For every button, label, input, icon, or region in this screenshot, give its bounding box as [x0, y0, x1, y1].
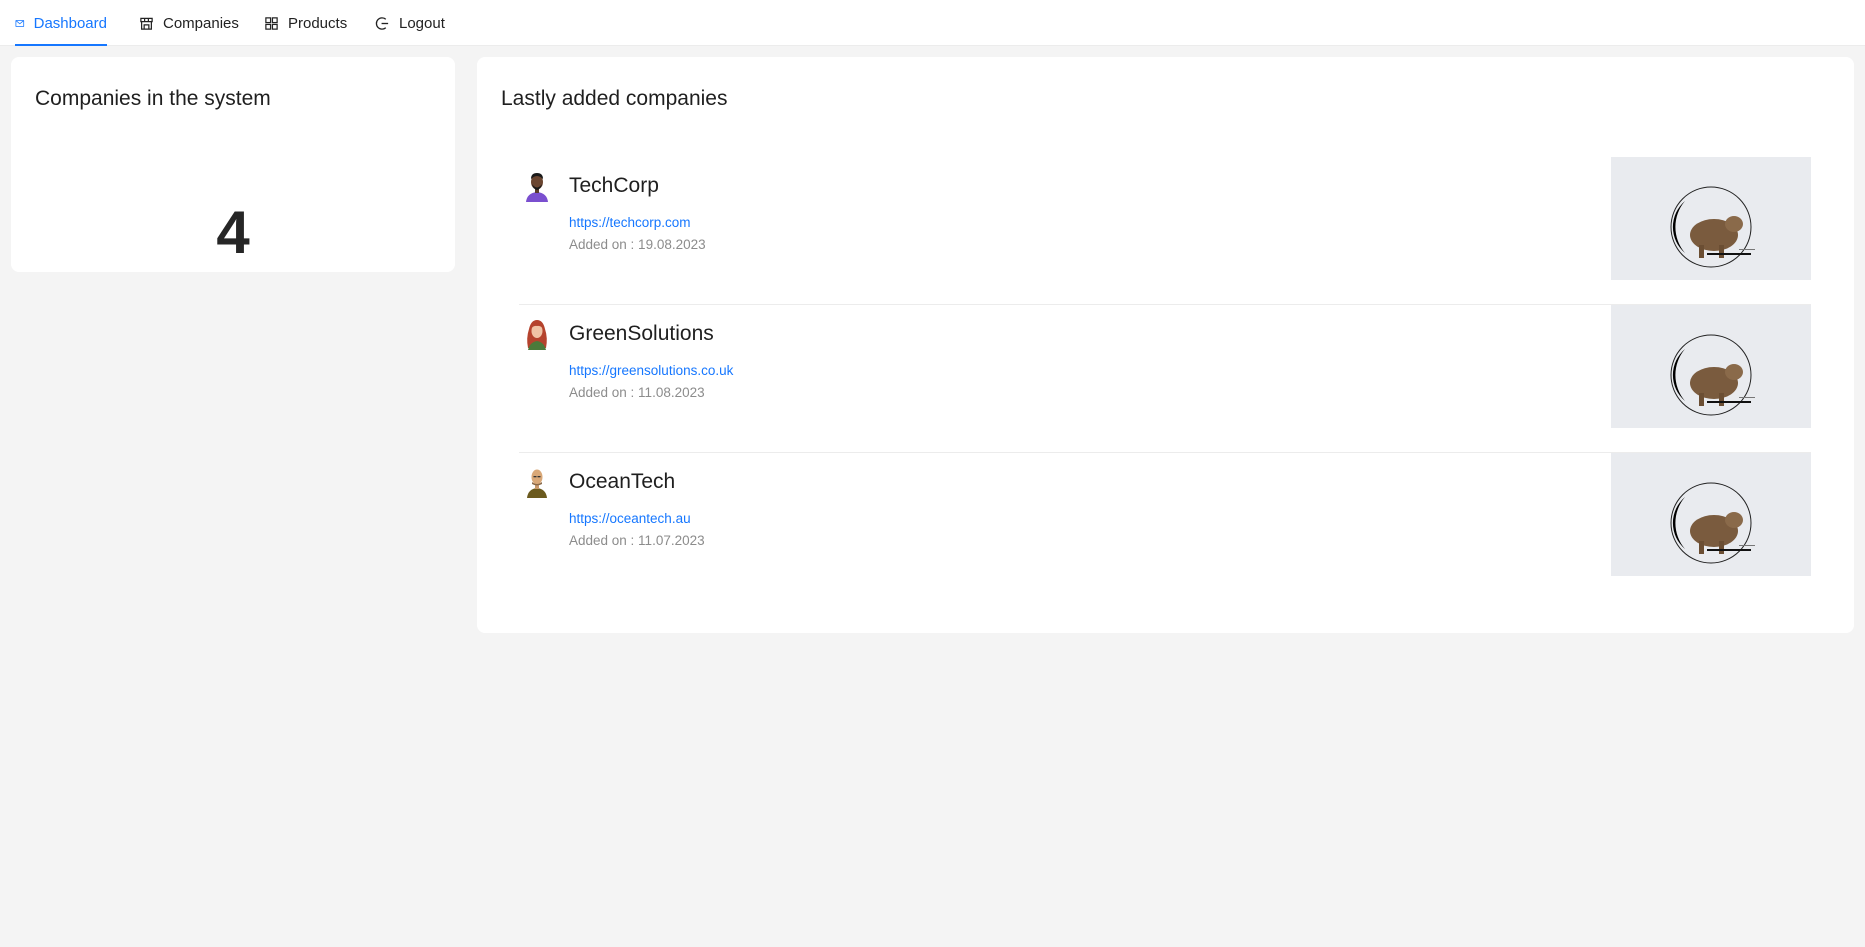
product-icon	[265, 16, 278, 30]
woman-redhair-avatar	[527, 320, 547, 350]
company-name: OceanTech	[569, 470, 676, 493]
nav-products[interactable]: Products	[264, 0, 347, 46]
nav-companies[interactable]: Companies	[139, 0, 239, 46]
company-added-date: Added on : 11.07.2023	[569, 533, 705, 548]
logout-icon	[375, 16, 389, 30]
company-added-date: Added on : 11.08.2023	[569, 385, 705, 400]
nav-logout-label: Logout	[399, 14, 445, 32]
nav-companies-label: Companies	[163, 14, 239, 32]
bear-logo-image	[1611, 157, 1811, 280]
companies-count-title: Companies in the system	[35, 87, 271, 110]
company-url-link[interactable]: https://greensolutions.co.uk	[569, 363, 733, 378]
company-url-link[interactable]: https://oceantech.au	[569, 511, 691, 526]
companies-count-card: Companies in the system 4	[11, 57, 455, 272]
shop-icon	[140, 17, 153, 30]
nav-dashboard[interactable]: Dashboard	[15, 0, 107, 46]
latest-companies-card: Lastly added companies TechCorp https://…	[477, 57, 1854, 633]
company-list-item: GreenSolutions https://greensolutions.co…	[519, 305, 1811, 453]
nav-logout[interactable]: Logout	[375, 0, 445, 46]
company-url-link[interactable]: https://techcorp.com	[569, 215, 691, 230]
man-bald-avatar	[527, 469, 547, 498]
top-navigation: Dashboard Companies Products Logout	[0, 0, 1865, 46]
bear-logo-image	[1611, 453, 1811, 576]
company-list-item: OceanTech https://oceantech.au Added on …	[519, 453, 1811, 601]
companies-count-value: 4	[216, 199, 250, 266]
company-added-date: Added on : 19.08.2023	[569, 237, 706, 252]
mail-icon	[15, 19, 25, 27]
latest-companies-title: Lastly added companies	[501, 87, 728, 110]
company-name: TechCorp	[569, 174, 659, 197]
nav-products-label: Products	[288, 14, 348, 32]
man-dark-avatar	[526, 173, 548, 202]
company-list-item: TechCorp https://techcorp.com Added on :…	[519, 157, 1811, 305]
company-name: GreenSolutions	[569, 322, 714, 345]
bear-logo-image	[1611, 305, 1811, 428]
nav-dashboard-label: Dashboard	[33, 14, 107, 32]
